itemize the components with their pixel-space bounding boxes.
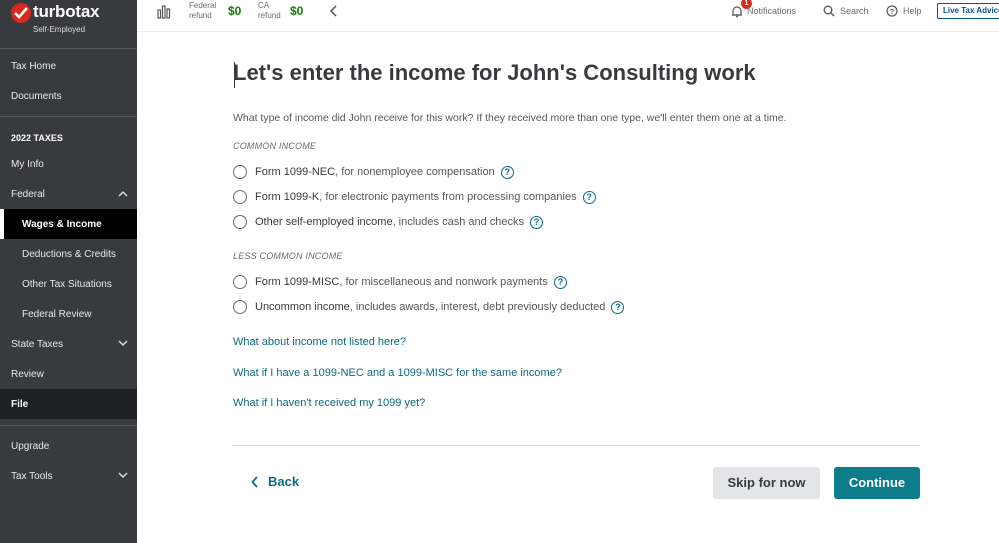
help-link[interactable]: Help [903, 6, 922, 16]
sidebar-item-tax-home[interactable]: Tax Home [0, 51, 137, 81]
option-description: , includes awards, interest, debt previo… [349, 301, 606, 313]
sidebar-item-federal[interactable]: Federal [0, 179, 137, 209]
help-question-icon[interactable]: ? [611, 300, 625, 314]
chevron-up-icon [118, 190, 128, 197]
option-title: Uncommon income [255, 301, 350, 313]
sidebar-item-other-tax-situations[interactable]: Other Tax Situations [0, 269, 137, 299]
sidebar-item-tax-tools[interactable]: Tax Tools [0, 461, 137, 491]
sidebar-item-label: Review [11, 368, 44, 380]
top-bar: Federal refund $0 CA refund $0 1 Notific… [137, 0, 999, 32]
bell-icon[interactable] [731, 5, 743, 18]
sidebar-item-label: Federal Review [22, 308, 92, 320]
help-question-icon[interactable]: ? [530, 215, 544, 229]
sidebar-item-label: Wages & Income [22, 218, 102, 230]
option-title: Other self-employed income [255, 216, 393, 228]
sidebar-item-wages-income[interactable]: Wages & Income [0, 209, 137, 239]
sidebar-item-label: File [11, 398, 29, 410]
sidebar-divider [0, 425, 137, 426]
chevron-down-icon [118, 340, 128, 347]
option-description: , for miscellaneous and nonwork payments [339, 276, 548, 288]
option-uncommon-income[interactable]: Uncommon income, includes awards, intere… [233, 299, 625, 315]
sidebar-item-label: My Info [11, 158, 44, 170]
federal-refund-label-line: refund [189, 11, 212, 20]
sidebar-item-state-taxes[interactable]: State Taxes [0, 329, 137, 359]
sidebar-divider [0, 48, 137, 49]
sidebar-item-label: Upgrade [11, 440, 50, 452]
link-income-not-listed[interactable]: What about income not listed here? [233, 336, 406, 348]
sidebar-divider [0, 116, 137, 117]
option-title: Form 1099-NEC [255, 166, 336, 178]
federal-refund-label: Federal refund [189, 1, 216, 21]
back-button[interactable]: Back [251, 474, 299, 489]
search-link[interactable]: Search [840, 6, 869, 16]
option-title: Form 1099-K [255, 191, 320, 203]
common-income-label: COMMON INCOME [233, 141, 317, 151]
sidebar-item-file[interactable]: File [0, 389, 137, 419]
radio-button[interactable] [233, 300, 247, 314]
sidebar-item-federal-review[interactable]: Federal Review [0, 299, 137, 329]
sidebar-item-label: Tax Home [11, 60, 57, 72]
option-description: , for nonemployee compensation [335, 166, 495, 178]
sidebar-item-label: Tax Tools [11, 470, 53, 482]
sidebar-item-documents[interactable]: Documents [0, 81, 137, 111]
sidebar-item-label: Other Tax Situations [22, 278, 112, 290]
sidebar-item-label: State Taxes [11, 338, 64, 350]
less-common-income-label: LESS COMMON INCOME [233, 251, 343, 261]
ca-refund-label-line: refund [258, 11, 281, 20]
option-1099-nec[interactable]: Form 1099-NEC, for nonemployee compensat… [233, 164, 514, 180]
option-other-self-employed[interactable]: Other self-employed income, includes cas… [233, 214, 544, 230]
sidebar-item-upgrade[interactable]: Upgrade [0, 431, 137, 461]
help-question-icon[interactable]: ? [500, 165, 514, 179]
option-1099-k[interactable]: Form 1099-K, for electronic payments fro… [233, 189, 596, 205]
svg-text:?: ? [890, 9, 894, 16]
link-not-received-1099[interactable]: What if I haven't received my 1099 yet? [233, 397, 425, 409]
chevron-left-icon [251, 475, 258, 488]
search-icon[interactable] [823, 5, 835, 17]
sidebar-item-review[interactable]: Review [0, 359, 137, 389]
ca-refund-label-line: CA [258, 1, 270, 10]
sidebar-item-my-info[interactable]: My Info [0, 149, 137, 179]
skip-for-now-button[interactable]: Skip for now [713, 467, 820, 499]
ca-refund-amount: $0 [290, 4, 304, 18]
radio-button[interactable] [233, 190, 247, 204]
sidebar-section-heading: 2022 TAXES [11, 133, 63, 143]
turbotax-logo[interactable]: turbotax Self-Employed [11, 2, 131, 38]
option-title: Form 1099-MISC [255, 276, 340, 288]
ca-refund-label: CA refund [258, 1, 281, 21]
option-1099-misc[interactable]: Form 1099-MISC, for miscellaneous and no… [233, 274, 567, 290]
sidebar: turbotax Self-Employed Tax Home Document… [0, 0, 137, 543]
collapse-chevron-icon[interactable] [329, 4, 339, 18]
income-question: What type of income did John receive for… [233, 112, 787, 124]
page-title: Let's enter the income for John's Consul… [233, 60, 756, 85]
refund-chart-icon[interactable] [157, 5, 171, 19]
live-tax-advice-button[interactable]: Live Tax Advice [937, 3, 999, 19]
sidebar-item-deductions-credits[interactable]: Deductions & Credits [0, 239, 137, 269]
help-question-icon[interactable]: ? [582, 190, 596, 204]
link-1099-nec-and-misc[interactable]: What if I have a 1099-NEC and a 1099-MIS… [233, 367, 562, 379]
checkmark-logo-icon [11, 3, 31, 23]
federal-refund-label-line: Federal [189, 1, 217, 10]
radio-button[interactable] [233, 215, 247, 229]
section-divider [233, 445, 919, 446]
brand-name: turbotax [33, 2, 100, 21]
back-button-label: Back [268, 474, 300, 489]
option-description: , for electronic payments from processin… [319, 191, 577, 203]
help-icon[interactable]: ? [886, 5, 898, 17]
brand-edition: Self-Employed [33, 25, 86, 34]
continue-button[interactable]: Continue [834, 467, 920, 499]
notifications-link[interactable]: Notifications [747, 6, 796, 16]
radio-button[interactable] [233, 165, 247, 179]
federal-refund-amount: $0 [228, 4, 242, 18]
sidebar-item-label: Documents [11, 90, 62, 102]
option-description: , includes cash and checks [392, 216, 525, 228]
sidebar-item-label: Federal [11, 188, 45, 200]
chevron-down-icon [118, 472, 128, 479]
radio-button[interactable] [233, 275, 247, 289]
help-question-icon[interactable]: ? [553, 275, 567, 289]
sidebar-item-label: Deductions & Credits [22, 248, 116, 260]
